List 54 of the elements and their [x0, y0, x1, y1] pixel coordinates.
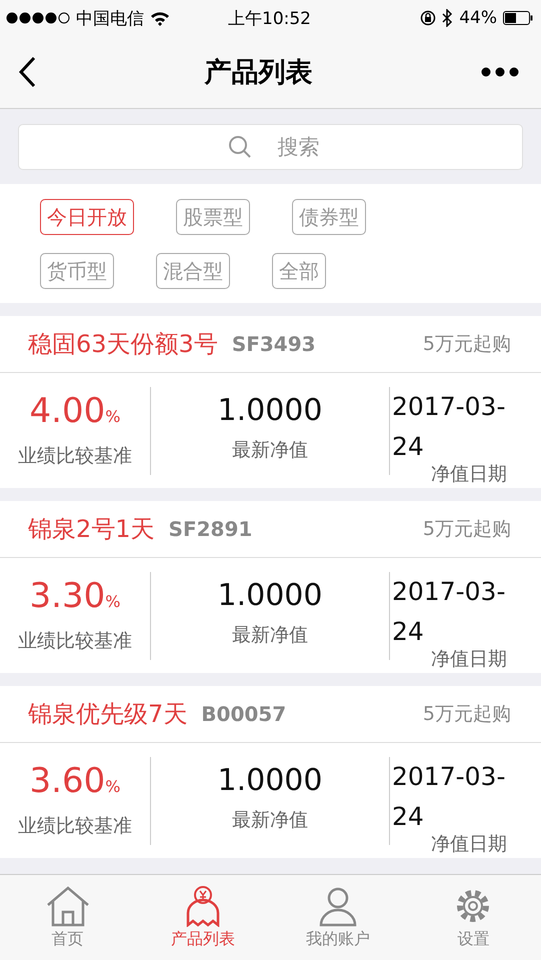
battery-percent: 44%	[459, 8, 497, 28]
net-value-date: 2017-03-24	[392, 391, 506, 463]
search-icon	[228, 135, 252, 159]
product-card[interactable]: 锦泉2号1天 SF2891 5万元起购 3.30% 业绩比较基准 1.0000 最新净值 2017-03-24 净值日期	[0, 501, 541, 673]
filter-chip[interactable]: 货币型	[40, 253, 114, 289]
net-value-label: 最新净值	[232, 808, 308, 833]
signal-icon	[6, 12, 70, 24]
net-value: 1.0000	[218, 392, 322, 430]
tab-item[interactable]: 产品列表	[135, 875, 270, 960]
rate-label: 业绩比较基准	[18, 444, 132, 469]
net-value-label: 最新净值	[232, 438, 308, 463]
filter-chip[interactable]: 混合型	[156, 253, 230, 289]
product-code: B00057	[201, 702, 288, 726]
tab-item[interactable]: 设置	[406, 875, 541, 960]
house-icon	[44, 885, 91, 927]
product-code: SF3493	[232, 332, 317, 356]
net-value-label: 最新净值	[232, 623, 308, 648]
date-label: 净值日期	[431, 462, 507, 487]
product-card[interactable]: 锦泉优先级7天 B00057 5万元起购 3.60% 业绩比较基准 1.0000 最新净值 2017-03-24 净值日期	[0, 686, 541, 858]
minimum-purchase: 5万元起购	[422, 517, 511, 542]
tab-item[interactable]: 我的账户	[270, 875, 406, 960]
product-card[interactable]: 稳固63天份额3号 SF3493 5万元起购 4.00% 业绩比较基准 1.0000 最新净值 2017-03-24 净值日期	[0, 316, 541, 488]
net-value: 1.0000	[218, 762, 322, 800]
net-value: 1.0000	[218, 577, 322, 615]
product-name: 稳固63天份额3号	[28, 329, 218, 360]
filter-chip[interactable]: 股票型	[176, 199, 250, 235]
product-code: SF2891	[168, 517, 254, 541]
rate-label: 业绩比较基准	[18, 814, 132, 839]
page-title: 产品列表	[204, 56, 312, 90]
rate-value: 3.60%	[30, 760, 120, 803]
clock-time: 上午10:52	[228, 8, 311, 30]
back-icon[interactable]	[18, 56, 36, 88]
product-name: 锦泉优先级7天	[28, 699, 188, 730]
net-value-date: 2017-03-24	[392, 761, 506, 833]
date-label: 净值日期	[431, 832, 507, 857]
product-name: 锦泉2号1天	[28, 514, 155, 545]
minimum-purchase: 5万元起购	[422, 332, 511, 357]
filter-chip[interactable]: 债券型	[292, 199, 366, 235]
net-value-date: 2017-03-24	[392, 576, 506, 648]
rate-label: 业绩比较基准	[18, 629, 132, 654]
search-field[interactable]: 搜索	[18, 124, 523, 170]
wifi-icon	[150, 10, 170, 26]
more-icon[interactable]	[481, 67, 519, 77]
filter-chip[interactable]: 今日开放	[40, 199, 134, 235]
date-label: 净值日期	[431, 647, 507, 672]
minimum-purchase: 5万元起购	[422, 702, 511, 727]
tab-item[interactable]: 首页	[0, 875, 136, 960]
carrier-name: 中国电信	[76, 8, 144, 30]
filter-chip[interactable]: 全部	[272, 253, 326, 289]
rotation-lock-icon	[420, 10, 436, 26]
battery-icon	[503, 11, 533, 25]
rate-value: 3.30%	[30, 575, 120, 618]
rate-value: 4.00%	[30, 390, 120, 433]
bluetooth-icon	[442, 9, 454, 27]
